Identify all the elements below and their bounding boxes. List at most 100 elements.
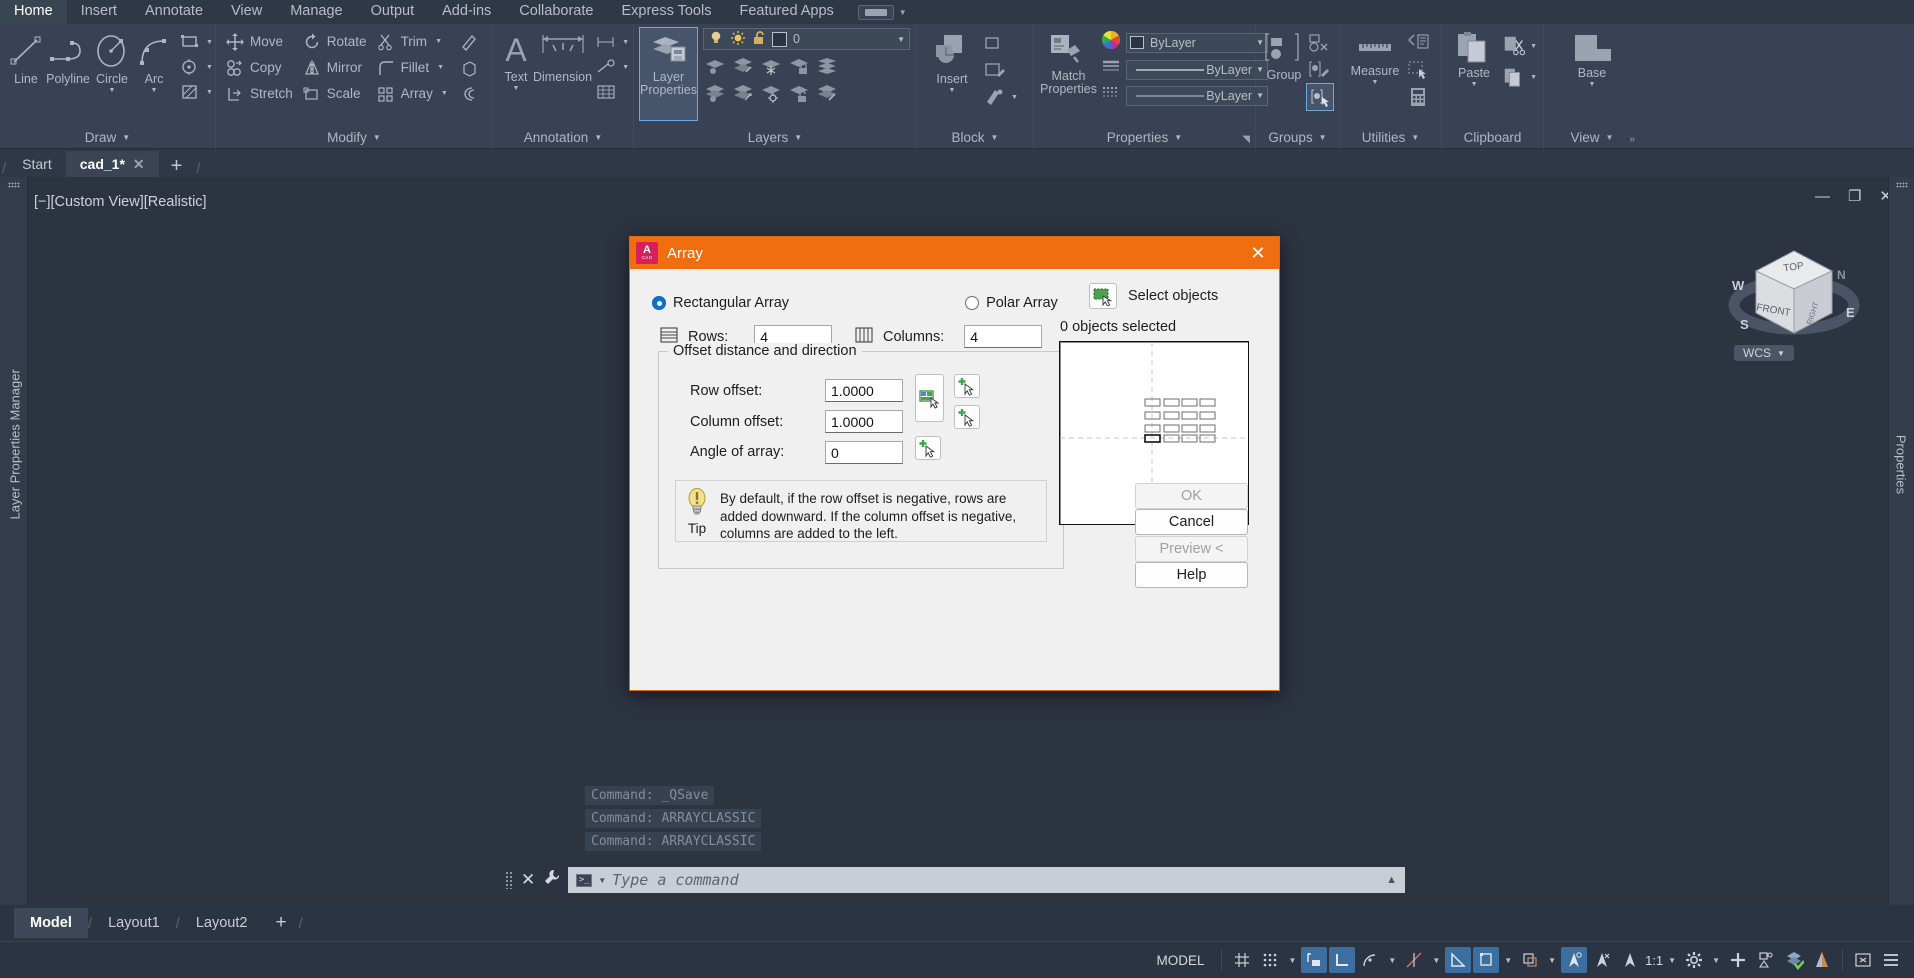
column-offset-input[interactable]: 1.0000	[825, 410, 903, 433]
chevron-down-icon[interactable]: ▼	[1385, 956, 1399, 965]
sun-icon[interactable]	[730, 30, 746, 49]
ribbon-tab-express-tools[interactable]: Express Tools	[607, 0, 725, 24]
chevron-down-icon[interactable]: ▼	[206, 39, 213, 46]
modify-scale-button[interactable]: Scale	[299, 81, 371, 106]
chevron-down-icon[interactable]: ▼	[949, 87, 956, 94]
copy-clip-icon[interactable]	[1502, 62, 1526, 92]
block-insert-button[interactable]: Insert ▼	[923, 28, 981, 94]
chevron-down-icon[interactable]: ▼	[622, 39, 629, 46]
chevron-down-icon[interactable]: ▼	[441, 90, 448, 97]
rectangle-icon[interactable]	[178, 30, 202, 54]
ok-button[interactable]: OK	[1135, 483, 1248, 509]
layer-freeze-icon[interactable]	[759, 54, 783, 78]
layer-merge-icon[interactable]	[815, 54, 839, 78]
viewcube[interactable]: W E S N TOP FRONT RIGHT WCS ▼	[1724, 237, 1864, 367]
explode-icon[interactable]	[457, 55, 481, 80]
chevron-down-icon[interactable]: ▼	[622, 64, 629, 71]
create-block-icon[interactable]	[983, 30, 1007, 56]
chevron-down-icon[interactable]: ▼	[1285, 956, 1299, 965]
quick-calc-icon[interactable]	[1406, 84, 1430, 110]
chevron-down-icon[interactable]: ▼	[1501, 956, 1515, 965]
file-tab-cad-1[interactable]: cad_1* ✕	[65, 151, 159, 177]
chevron-down-icon[interactable]: ▼	[109, 87, 116, 94]
modify-rotate-button[interactable]: Rotate	[299, 29, 371, 54]
modify-stretch-button[interactable]: Stretch	[222, 81, 297, 106]
linear-dimension-icon[interactable]	[594, 30, 618, 54]
chevron-down-icon[interactable]: ▼	[1429, 956, 1443, 965]
viewport-label[interactable]: [−][Custom View][Realistic]	[34, 194, 207, 210]
ribbon-panel-title-draw[interactable]: Draw ▼	[0, 126, 215, 149]
ribbon-tab-annotate[interactable]: Annotate	[131, 0, 217, 24]
ribbon-panel-title-layers[interactable]: Layers ▼	[634, 126, 916, 149]
layer-control-combo[interactable]: 0 ▼	[703, 28, 910, 50]
draw-circle-button[interactable]: Circle ▼	[90, 28, 134, 94]
chevron-down-icon[interactable]: ▼	[1665, 956, 1679, 965]
measure-button[interactable]: Measure ▼	[1346, 28, 1404, 86]
properties-palette-rail[interactable]: Properties	[1888, 177, 1914, 915]
rectangular-array-radio[interactable]: Rectangular Array	[652, 295, 789, 311]
restore-icon[interactable]: ❐	[1848, 187, 1861, 205]
layer-properties-manager-rail[interactable]: Layer Properties Manager	[0, 177, 28, 915]
chevron-down-icon[interactable]: ▼	[1530, 43, 1537, 50]
modify-fillet-button[interactable]: Fillet ▼	[373, 55, 452, 80]
customization-icon[interactable]	[1725, 947, 1751, 973]
layer-lock-icon[interactable]	[787, 54, 811, 78]
ribbon-panel-title-annotation[interactable]: Annotation ▼	[493, 126, 633, 149]
layer-delete-icon[interactable]	[815, 81, 839, 105]
preview-button[interactable]: Preview <	[1135, 536, 1248, 562]
erase-icon[interactable]	[457, 29, 481, 54]
infer-constraints-icon[interactable]	[1301, 947, 1328, 973]
layout-tab-layout2[interactable]: Layout2	[180, 908, 264, 938]
modify-mirror-button[interactable]: Mirror	[299, 55, 371, 80]
group-selection-icon[interactable]	[1306, 83, 1334, 111]
ribbon-tab-home[interactable]: Home	[0, 0, 67, 24]
command-input[interactable]: >_ ▼ Type a command ▲	[568, 867, 1405, 893]
ribbon-tab-insert[interactable]: Insert	[67, 0, 131, 24]
polar-tracking-icon[interactable]	[1357, 947, 1383, 973]
workspace-switching-icon[interactable]	[1681, 947, 1707, 973]
ribbon-tab-featured-apps[interactable]: Featured Apps	[725, 0, 847, 24]
chevron-down-icon[interactable]: ▼	[206, 89, 213, 96]
object-color-combo[interactable]: ByLayer ▼	[1125, 32, 1268, 53]
modify-move-button[interactable]: Move	[222, 29, 297, 54]
modify-copy-button[interactable]: Copy	[222, 55, 297, 80]
color-wheel-icon[interactable]	[1101, 30, 1121, 55]
match-properties-button[interactable]: Match Properties	[1040, 28, 1097, 96]
annotation-text-button[interactable]: A Text ▼	[499, 28, 533, 92]
units-icon[interactable]	[1878, 947, 1904, 973]
draw-line-button[interactable]: Line	[6, 28, 46, 86]
row-offset-input[interactable]: 1.0000	[825, 379, 903, 402]
ribbon-tab-collaborate[interactable]: Collaborate	[505, 0, 607, 24]
help-button[interactable]: Help	[1135, 562, 1248, 588]
ribbon-tab-output[interactable]: Output	[357, 0, 429, 24]
hatch-icon[interactable]	[178, 80, 202, 104]
isolate-objects-icon[interactable]	[1753, 947, 1779, 973]
annotation-scale-selector[interactable]: 1:1	[1645, 953, 1663, 968]
hardware-acceleration-icon[interactable]	[1781, 947, 1807, 973]
ortho-mode-icon[interactable]	[1329, 947, 1356, 973]
ribbon-panel-title-block[interactable]: Block ▼	[917, 126, 1033, 149]
chevron-down-icon[interactable]: ▼	[1589, 81, 1596, 88]
chevron-down-icon[interactable]: ▼	[899, 8, 907, 17]
ribbon-tab-addins[interactable]: Add-ins	[428, 0, 505, 24]
object-lineweight-combo[interactable]: ByLayer ▼	[1125, 85, 1268, 106]
keyboard-shortcut-icon[interactable]	[857, 4, 894, 20]
layout-tab-layout1[interactable]: Layout1	[92, 908, 176, 938]
draw-arc-button[interactable]: Arc ▼	[134, 28, 174, 94]
file-tab-start[interactable]: Start	[8, 151, 66, 177]
chevron-down-icon[interactable]: ▼	[151, 87, 158, 94]
unlock-icon[interactable]	[752, 30, 766, 49]
ribbon-panel-title-properties[interactable]: Properties ▼ ◥	[1034, 126, 1255, 149]
annotation-dimension-button[interactable]: Dimension	[533, 28, 592, 84]
chevron-down-icon[interactable]: ▼	[513, 85, 520, 92]
minimize-icon[interactable]: —	[1815, 188, 1830, 205]
object-snap-icon[interactable]	[1445, 947, 1472, 973]
pick-row-offset-button[interactable]	[954, 374, 980, 398]
layer-unisolate-icon[interactable]	[731, 81, 755, 105]
dynamic-ucs-icon[interactable]	[1589, 947, 1615, 973]
chevron-down-icon[interactable]: ▼	[1530, 74, 1537, 81]
chevron-down-icon[interactable]: ▼	[1372, 79, 1379, 86]
define-attribute-icon[interactable]	[983, 84, 1007, 110]
point-style-icon[interactable]	[1406, 57, 1430, 83]
selection-cycling-icon[interactable]	[1561, 947, 1588, 973]
